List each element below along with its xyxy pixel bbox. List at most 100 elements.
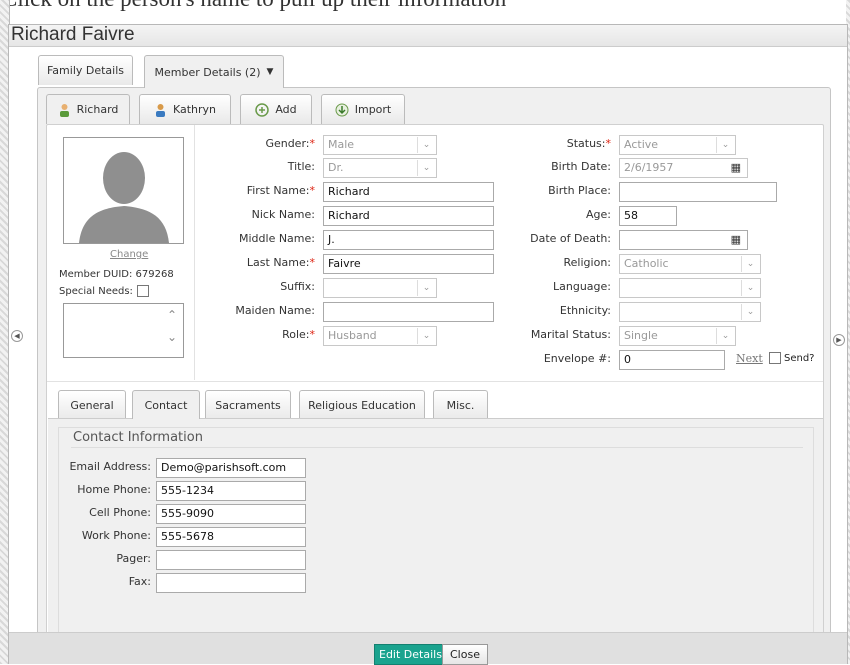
birth-date-label: Birth Date: [551,160,611,173]
fax-field[interactable] [156,573,306,593]
first-name-field[interactable]: Richard [323,182,494,202]
scroll-down-icon[interactable]: ⌄ [167,330,177,344]
add-person-icon [255,102,270,117]
tab-religious-education[interactable]: Religious Education [299,390,425,420]
person-silhouette-icon [79,152,169,243]
tab-general[interactable]: General [58,390,126,420]
nick-name-label: Nick Name: [251,208,315,221]
import-icon [335,103,349,116]
dialog-titlebar: Richard Faivre [9,24,847,47]
work-phone-field[interactable]: 555-5678 [156,527,306,547]
tab-contact-label: Contact [144,398,188,412]
contact-information-group: Contact Information Email Address: Demo@… [58,427,814,635]
last-name-label: Last Name:* [246,256,315,269]
tab-member-details-label: Member Details (2) [154,65,261,79]
maiden-name-field[interactable] [323,302,494,322]
chevron-down-icon[interactable]: ⌄ [417,280,435,296]
contact-information-title: Contact Information [73,430,203,445]
gender-label: Gender:* [265,137,315,150]
envelope-next-link[interactable]: Next [736,352,763,365]
cell-phone-label: Cell Phone: [89,506,151,519]
tab-contact[interactable]: Contact [132,390,200,419]
home-phone-field[interactable]: 555-1234 [156,481,306,501]
tab-import-member-label: Import [354,103,392,116]
column-divider [194,125,195,380]
gender-select[interactable]: Male ⌄ [323,135,437,155]
date-of-death-label: Date of Death: [530,232,611,245]
title-select[interactable]: Dr. ⌄ [323,158,437,178]
tab-member-kathryn[interactable]: Kathryn [139,94,231,124]
ethnicity-select[interactable]: ⌄ [619,302,761,322]
previous-member-icon[interactable]: ◀ [11,330,23,342]
send-checkbox[interactable] [769,352,781,364]
fax-label: Fax: [128,575,151,588]
tab-misc-label: Misc. [446,399,475,412]
clipped-instruction-text: Click on the person's name to pull up th… [2,0,506,12]
religion-select[interactable]: Catholic ⌄ [619,254,761,274]
calendar-icon[interactable]: ▦ [731,233,741,246]
special-needs-notes[interactable]: ⌃ ⌄ [63,303,184,358]
tab-member-richard[interactable]: Richard [46,94,130,124]
change-photo-link-label: Change [110,249,149,260]
birth-place-field[interactable] [619,182,777,202]
tab-sacraments[interactable]: Sacraments [205,390,291,420]
envelope-label: Envelope #: [543,352,611,365]
tab-add-member[interactable]: Add [240,94,312,124]
chevron-down-icon[interactable]: ⌄ [417,137,435,153]
cell-phone-field[interactable]: 555-9090 [156,504,306,524]
calendar-icon[interactable]: ▦ [731,161,741,174]
age-field[interactable]: 58 [619,206,677,226]
first-name-label: First Name:* [246,184,315,197]
status-select[interactable]: Active ⌄ [619,135,736,155]
marital-status-label: Marital Status: [530,328,611,341]
contact-tab-panel: Contact Information Email Address: Demo@… [48,418,823,644]
tab-family-details-label: Family Details [46,64,125,77]
nick-name-field[interactable]: Richard [323,206,494,226]
tab-member-kathryn-label: Kathryn [172,103,217,116]
age-label: Age: [586,208,611,221]
person-female-icon [155,103,165,117]
tab-member-details[interactable]: Member Details (2) ▼ [144,55,284,88]
section-divider [47,381,823,382]
birth-date-field[interactable]: 2/6/1957 ▦ [619,158,748,178]
chevron-down-icon[interactable]: ⌄ [741,304,759,320]
envelope-field[interactable]: 0 [619,350,725,370]
chevron-down-icon[interactable]: ⌄ [417,328,435,344]
middle-name-field[interactable]: J. [323,230,494,250]
chevron-down-icon[interactable]: ⌄ [716,328,734,344]
next-member-icon[interactable]: ▶ [833,334,845,346]
chevron-down-icon[interactable]: ⌄ [741,256,759,272]
language-select[interactable]: ⌄ [619,278,761,298]
role-select[interactable]: Husband ⌄ [323,326,437,346]
ethnicity-label: Ethnicity: [559,304,611,317]
status-label: Status:* [566,137,611,150]
edit-details-button[interactable]: Edit Details [374,644,447,665]
tab-misc[interactable]: Misc. [433,390,488,420]
special-needs-row: Special Needs: [59,285,149,297]
date-of-death-field[interactable]: ▦ [619,230,748,250]
tab-religious-education-label: Religious Education [308,399,416,412]
tab-sacraments-label: Sacraments [215,399,281,412]
suffix-label: Suffix: [280,280,315,293]
last-name-field[interactable]: Faivre [323,254,494,274]
member-info-panel: Change Member DUID: 679268 Special Needs… [46,124,824,644]
dialog-footer: Edit Details Close [9,632,847,665]
email-label: Email Address: [69,460,151,473]
tab-family-details[interactable]: Family Details [38,55,133,85]
email-field[interactable]: Demo@parishsoft.com [156,458,306,478]
pager-field[interactable] [156,550,306,570]
chevron-down-icon[interactable]: ⌄ [417,160,435,176]
chevron-down-icon[interactable]: ⌄ [741,280,759,296]
home-phone-label: Home Phone: [77,483,151,496]
marital-status-select[interactable]: Single ⌄ [619,326,736,346]
chevron-down-icon[interactable]: ⌄ [716,137,734,153]
scroll-up-icon[interactable]: ⌃ [167,308,177,322]
title-label: Title: [287,160,315,173]
tab-import-member[interactable]: Import [321,94,405,124]
suffix-select[interactable]: ⌄ [323,278,437,298]
close-button[interactable]: Close [442,644,488,665]
change-photo-link[interactable]: Change [110,249,148,260]
special-needs-checkbox[interactable] [136,285,149,297]
triangle-down-icon[interactable]: ▼ [267,67,274,77]
send-row: Send? [769,352,815,364]
